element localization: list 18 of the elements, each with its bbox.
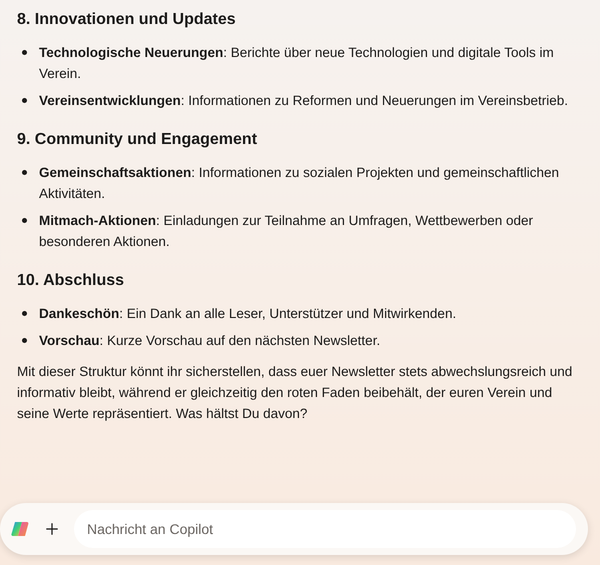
bullet-icon xyxy=(22,50,27,55)
list-item-text: Vorschau: Kurze Vorschau auf den nächsten Newsletter. xyxy=(39,332,380,350)
bullet-icon xyxy=(22,218,27,223)
list-item-text: Mitmach-Aktionen: Einladungen zur Teilnahme an Umfragen, Wettbewerben oder besonderen Aktionen. xyxy=(39,212,534,251)
section-heading: 9. Community und Engagement xyxy=(17,130,258,150)
message-input-field[interactable]: Nachricht an Copilot xyxy=(74,510,576,548)
bullet-icon xyxy=(22,170,27,175)
list-item-text: Dankeschön: Ein Dank an alle Leser, Unterstützer und Mitwirkenden. xyxy=(39,305,456,323)
list-item-text: Vereinsentwicklungen: Informationen zu Reformen und Neuerungen im Vereinsbetrieb. xyxy=(39,92,568,110)
list-item-text: Technologische Neuerungen: Berichte über neue Technologien und digitale Tools im Verein. xyxy=(39,44,555,83)
bullet-icon xyxy=(22,311,27,316)
list-item-text: Gemeinschaftsaktionen: Informationen zu sozialen Projekten und gemeinschaftlichen Aktivitäten. xyxy=(39,164,560,203)
bullet-icon xyxy=(22,98,27,103)
copilot-logo-icon[interactable] xyxy=(10,519,30,539)
closing-paragraph: Mit dieser Struktur könnt ihr sicherstellen, dass euer Newsletter stets abwechslungsreich und informativ bleibt, während er gleichzeitig den roten Faden beibehält, der euren Verein und seine Werte repräsentiert. Was hältst Du davon? xyxy=(17,363,574,423)
section-heading: 8. Innovationen und Updates xyxy=(17,10,237,30)
bullet-icon xyxy=(22,338,27,343)
section-heading: 10. Abschluss xyxy=(17,271,126,291)
